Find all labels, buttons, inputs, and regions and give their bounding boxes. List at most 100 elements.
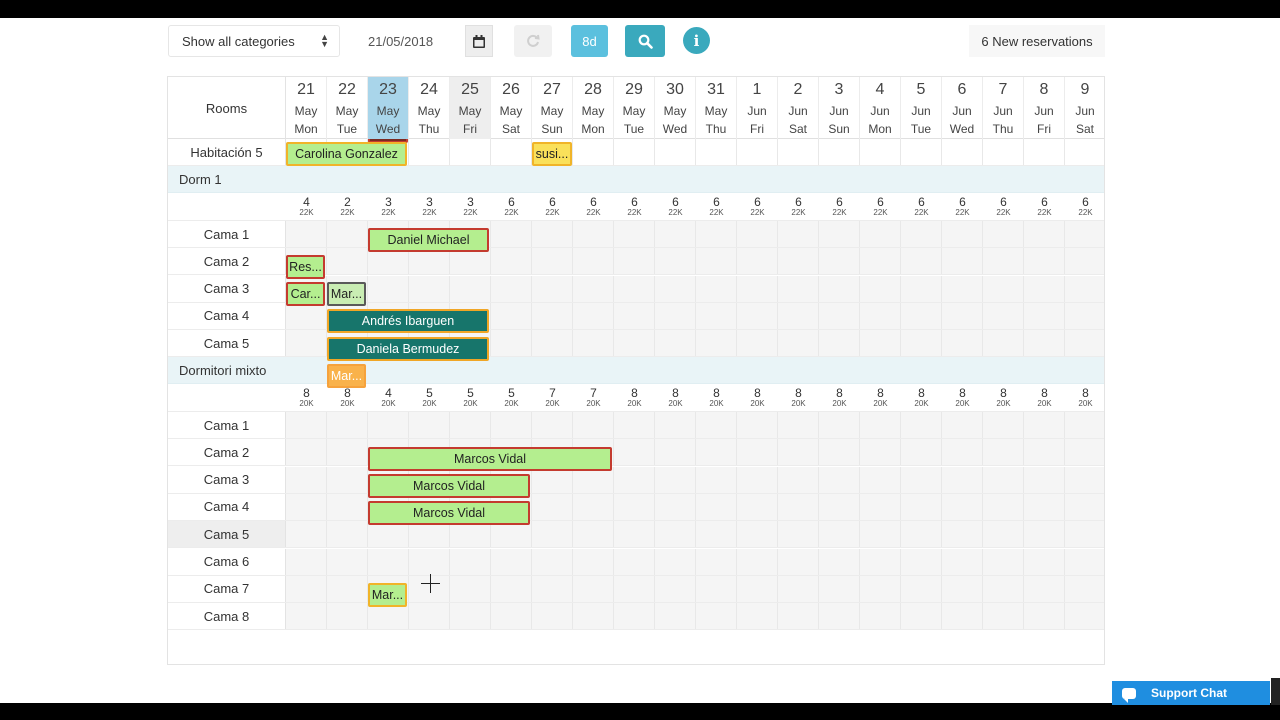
reservation-block[interactable]: Marcos Vidal: [368, 501, 530, 525]
day-column-header[interactable]: 24 May Thu: [409, 77, 450, 139]
category-select[interactable]: Show all categories ▲ ▼: [168, 25, 340, 57]
day-month: Jun: [952, 104, 972, 118]
day-weekday: Tue: [910, 122, 932, 136]
day-weekday: Sun: [828, 122, 850, 136]
price-label: 20K: [709, 399, 724, 408]
day-column-header[interactable]: 6 Jun Wed: [942, 77, 983, 139]
bed-cells[interactable]: [286, 548, 1104, 575]
day-column-header[interactable]: 23 May Wed: [368, 77, 409, 139]
day-column-header[interactable]: 8 Jun Fri: [1024, 77, 1065, 139]
price-label: 22K: [668, 208, 683, 217]
bed-cells[interactable]: [286, 248, 1104, 275]
date-input[interactable]: 21/05/2018: [355, 25, 465, 57]
bed-row: Cama 7: [168, 575, 1104, 603]
select-caret-icon: ▲ ▼: [320, 32, 329, 49]
availability-count: 7: [549, 386, 556, 400]
day-column-header[interactable]: 1 Jun Fri: [737, 77, 778, 139]
day-column-header[interactable]: 28 May Mon: [573, 77, 614, 139]
price-label: 22K: [1078, 208, 1093, 217]
refresh-button[interactable]: [514, 25, 552, 57]
bed-row: Cama 2: [168, 439, 1104, 467]
day-month: May: [704, 104, 728, 118]
reservation-block[interactable]: Andrés Ibarguen: [327, 309, 489, 333]
reservation-block[interactable]: Marcos Vidal: [368, 474, 530, 498]
reservation-block[interactable]: Car...: [286, 282, 325, 306]
reservation-block[interactable]: Mar...: [327, 282, 366, 306]
price-label: 22K: [1037, 208, 1052, 217]
days-view-button[interactable]: 8d: [571, 25, 608, 57]
price-label: 22K: [381, 208, 396, 217]
day-column-header[interactable]: 9 Jun Sat: [1065, 77, 1104, 139]
day-number: 25: [461, 81, 479, 98]
price-label: 20K: [955, 399, 970, 408]
availability-count: 8: [344, 386, 351, 400]
availability-count: 6: [508, 195, 515, 209]
availability-cell: 8 20K: [1065, 384, 1104, 408]
calendar-button[interactable]: [465, 25, 493, 57]
day-month: Jun: [911, 104, 931, 118]
availability-cell: 4 20K: [368, 384, 409, 408]
search-icon: [638, 34, 653, 49]
day-weekday: Tue: [623, 122, 645, 136]
day-column-header[interactable]: 25 May Fri: [450, 77, 491, 139]
availability-cell: 8 20K: [860, 384, 901, 408]
day-column-header[interactable]: 31 May Thu: [696, 77, 737, 139]
price-label: 20K: [586, 399, 601, 408]
bed-cells[interactable]: [286, 603, 1104, 630]
chat-bubble-icon: [1122, 687, 1136, 703]
calendar-page: Show all categories ▲ ▼ 21/05/2018 8d i 6…: [0, 18, 1280, 703]
bed-cells[interactable]: [286, 521, 1104, 548]
day-number: 1: [752, 81, 762, 98]
day-column-header[interactable]: 3 Jun Sun: [819, 77, 860, 139]
day-column-header[interactable]: 2 Jun Sat: [778, 77, 819, 139]
price-label: 22K: [791, 208, 806, 217]
day-column-header[interactable]: 29 May Tue: [614, 77, 655, 139]
bed-cells[interactable]: [286, 575, 1104, 602]
dorm1-availability-row: 4 22K 2 22K 3 22K 3 22K 3 22K 6 22K 6 22K 6 22K 6 22K 6 22K…: [168, 193, 1104, 221]
search-button[interactable]: [625, 25, 665, 57]
bed-cells[interactable]: [286, 412, 1104, 438]
bed-row: Cama 8: [168, 603, 1104, 631]
availability-count: 6: [1000, 195, 1007, 209]
day-column-header[interactable]: 26 May Sat: [491, 77, 532, 139]
availability-cell: 8 20K: [819, 384, 860, 408]
room-group-title: Dormitori mixto: [179, 362, 267, 378]
reservation-block[interactable]: Mar...: [368, 583, 407, 607]
availability-cell: 8 20K: [614, 384, 655, 408]
reservation-block[interactable]: Carolina Gonzalez: [286, 142, 407, 166]
room-group-title: Dorm 1: [179, 171, 222, 187]
crosshair-cursor-icon: [421, 574, 440, 593]
bed-row: Cama 4: [168, 302, 1104, 330]
reservation-block[interactable]: Mar...: [327, 364, 366, 388]
info-icon: i: [693, 31, 700, 50]
support-chat-button[interactable]: Support Chat: [1112, 681, 1270, 705]
chat-panel-edge: [1271, 678, 1280, 705]
bed-label: Cama 8: [168, 603, 286, 630]
availability-cell: 8 20K: [1024, 384, 1065, 408]
day-column-header[interactable]: 4 Jun Mon: [860, 77, 901, 139]
reservation-block[interactable]: Marcos Vidal: [368, 447, 612, 471]
availability-count: 8: [713, 386, 720, 400]
day-weekday: Sat: [501, 122, 520, 136]
reservation-block[interactable]: Res...: [286, 255, 325, 279]
info-button[interactable]: i: [683, 27, 710, 54]
new-reservations-badge[interactable]: 6 New reservations: [969, 25, 1105, 57]
reservation-block[interactable]: Daniel Michael: [368, 228, 489, 252]
day-column-header[interactable]: 5 Jun Tue: [901, 77, 942, 139]
day-column-header[interactable]: 27 May Sun: [532, 77, 573, 139]
availability-count: 3: [467, 195, 474, 209]
day-column-header[interactable]: 21 May Mon: [286, 77, 327, 139]
availability-cell: 6 22K: [942, 193, 983, 217]
availability-count: 6: [1041, 195, 1048, 209]
bed-cells[interactable]: [286, 275, 1104, 302]
availability-cell: 6 22K: [778, 193, 819, 217]
day-weekday: Sat: [788, 122, 807, 136]
reservation-block[interactable]: susi...: [532, 142, 572, 166]
day-column-header[interactable]: 22 May Tue: [327, 77, 368, 139]
day-weekday: Sat: [1075, 122, 1094, 136]
day-column-header[interactable]: 30 May Wed: [655, 77, 696, 139]
availability-cell: 6 22K: [655, 193, 696, 217]
reservation-block[interactable]: Daniela Bermudez: [327, 337, 489, 361]
day-number: 21: [297, 81, 315, 98]
day-column-header[interactable]: 7 Jun Thu: [983, 77, 1024, 139]
